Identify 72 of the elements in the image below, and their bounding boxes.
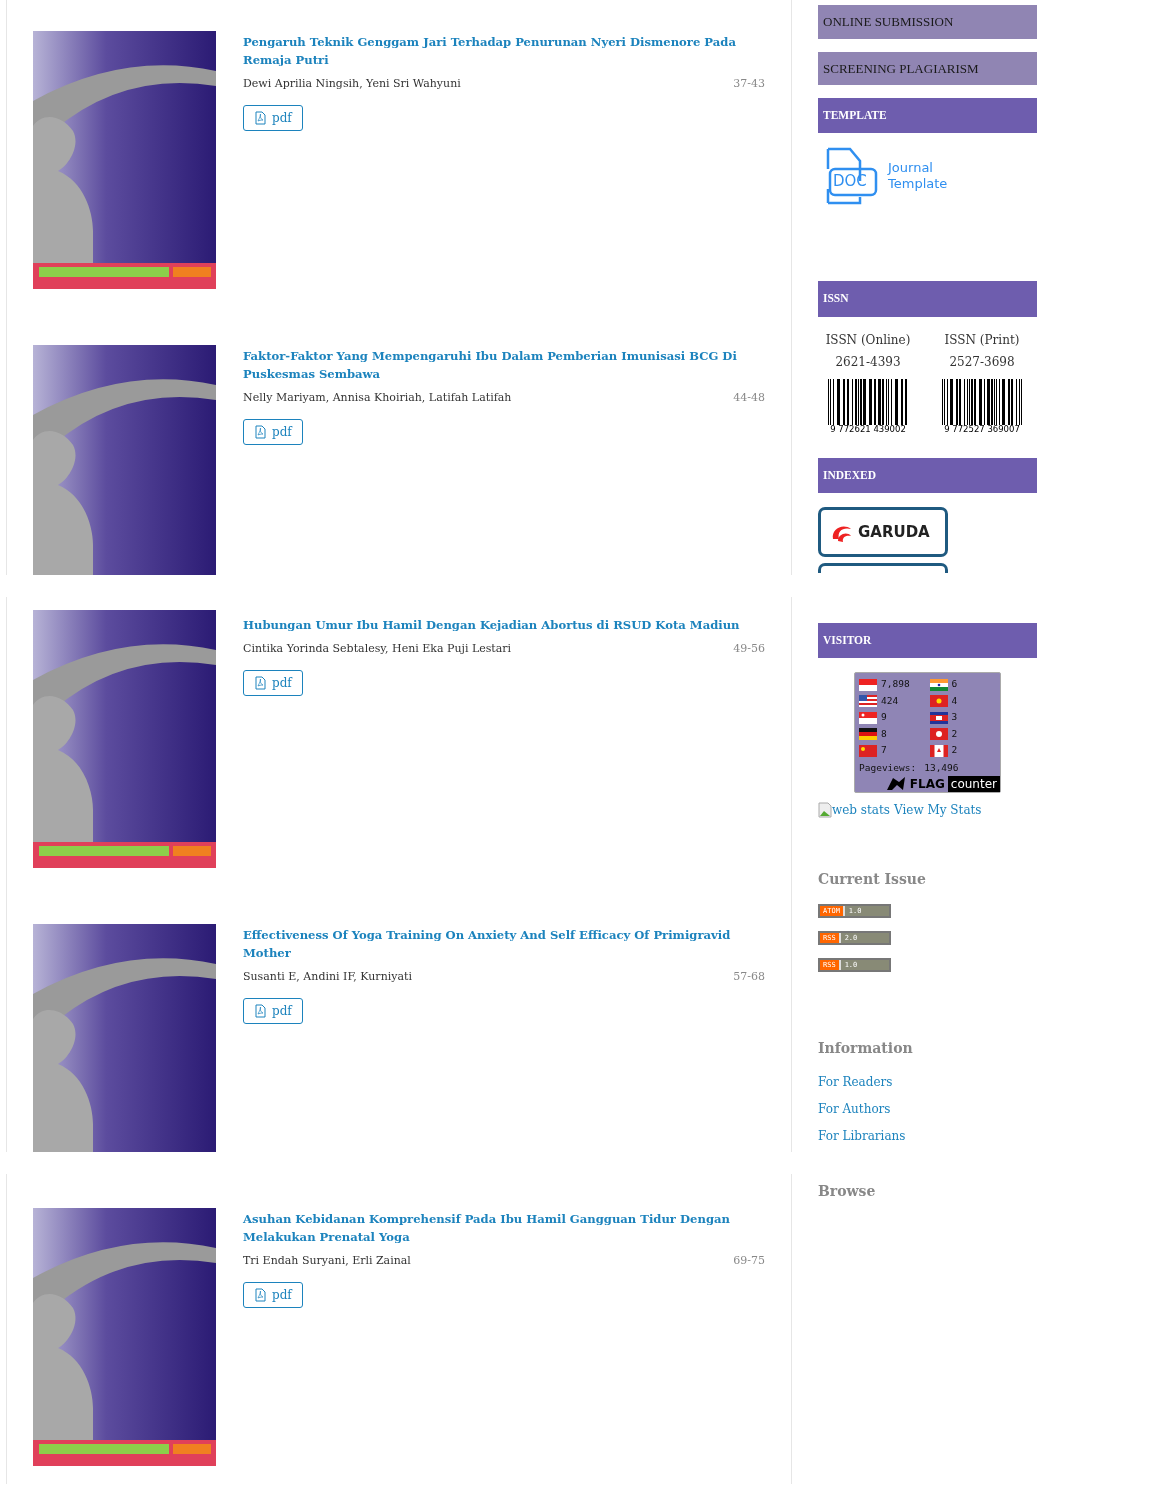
block-heading: Current Issue [818, 870, 927, 889]
document-icon [254, 424, 266, 439]
barcode-number: 9 772621 439002 [830, 424, 906, 434]
flag-icon [859, 744, 877, 757]
document-icon [254, 1003, 266, 1018]
stats-link[interactable]: View My Stats [894, 801, 982, 819]
visitor-count: 424 [881, 693, 899, 708]
counter-logo: FLAG counter [859, 776, 1000, 792]
image-alt-text: web stats [832, 802, 890, 819]
info-link[interactable]: For Authors [818, 1100, 1148, 1118]
visitor-count: 9 [881, 710, 887, 725]
flag-icon [859, 711, 877, 724]
visitor-count: 3 [951, 710, 958, 725]
visitor-counter[interactable]: 7,898 6 424 4 9 3 8 2 7 2 Pageviews: 13,496 FLAG counter [854, 672, 1001, 793]
flag-icon [929, 678, 948, 691]
visitor-count: 7 [881, 743, 887, 758]
visitor-count: 6 [951, 677, 958, 692]
issn-label: ISSN (Online) [825, 331, 911, 349]
document-icon [254, 110, 266, 125]
pageviews-label: Pageviews: [859, 760, 917, 775]
index-logo[interactable]: GARUDA [818, 506, 948, 557]
article-title[interactable]: Hubungan Umur Ibu Hamil Dengan Kejadian Abortus di RSUD Kota Madiun [243, 616, 740, 634]
flag-icon [929, 711, 948, 724]
article-authors: Tri Endah Suryani, Erli Zainal [243, 1253, 411, 1269]
visitor-count: 2 [951, 743, 958, 758]
visitor-count: 2 [951, 726, 958, 741]
flag-icon [859, 678, 877, 691]
issn-label: ISSN (Print) [944, 331, 1020, 349]
flag-icon [859, 695, 877, 707]
article-title[interactable]: Asuhan Kebidanan Komprehensif Pada Ibu Hamil Gangguan Tidur Dengan Melakukan Prenatal Yoga [243, 1210, 765, 1246]
visitor-count: 7,898 [881, 677, 910, 692]
pdf-button[interactable]: pdf [243, 997, 303, 1024]
info-link[interactable]: For Readers [818, 1073, 1148, 1091]
page-range: 37-43 [733, 76, 765, 92]
issn-number: 2527-3698 [949, 353, 1015, 371]
broken-image-icon [818, 802, 832, 818]
pdf-button[interactable]: pdf [243, 104, 303, 131]
menu-link[interactable]: SCREENING PLAGIARISM [818, 51, 1037, 85]
article-authors: Dewi Aprilia Ningsih, Yeni Sri Wahyuni [243, 76, 461, 92]
flag-icon [929, 728, 948, 740]
visitor-count: 8 [881, 726, 887, 741]
article-title[interactable]: Pengaruh Teknik Genggam Jari Terhadap Penurunan Nyeri Dismenore Pada Remaja Putri [243, 33, 765, 69]
flag-icon [929, 695, 948, 707]
page-range: 44-48 [733, 390, 765, 406]
menu-link[interactable]: ONLINE SUBMISSION [818, 5, 1037, 39]
barcode-number: 9 772527 369007 [944, 424, 1020, 434]
article-authors: Nelly Mariyam, Annisa Khoiriah, Latifah Latifah [243, 390, 512, 406]
article-authors: Cintika Yorinda Sebtalesy, Heni Eka Puji Lestari [243, 641, 512, 657]
article-authors: Susanti E, Andini IF, Kurniyati [243, 969, 412, 985]
pdf-button[interactable]: pdf [243, 418, 303, 445]
issn-number: 2621-4393 [835, 353, 901, 371]
page-range: 49-56 [733, 641, 765, 657]
block-header: INDEXED [818, 457, 1037, 493]
article-title[interactable]: Faktor-Faktor Yang Mempengaruhi Ibu Dalam Pemberian Imunisasi BCG Di Puskesmas Sembawa [243, 347, 765, 383]
flag-icon [929, 744, 948, 757]
template-link[interactable]: Journal Template [888, 160, 948, 193]
block-header: VISITOR [818, 623, 1037, 659]
info-link[interactable]: For Librarians [818, 1127, 1148, 1145]
document-icon [254, 1287, 266, 1302]
page-range: 57-68 [733, 969, 765, 985]
block-heading: Information [818, 1039, 914, 1058]
pdf-button[interactable]: pdf [243, 1281, 303, 1308]
pageviews-count: 13,496 [924, 760, 959, 775]
visitor-count: 4 [951, 693, 958, 708]
block-header: TEMPLATE [818, 98, 1037, 134]
block-header: ISSN [818, 281, 1037, 317]
document-icon [254, 675, 266, 690]
article-title[interactable]: Effectiveness Of Yoga Training On Anxiety And Self Efficacy Of Primigravid Mother [243, 926, 765, 962]
block-heading: Browse [818, 1182, 877, 1201]
flag-icon [859, 728, 877, 740]
pdf-button[interactable]: pdf [243, 669, 303, 696]
page-range: 69-75 [733, 1253, 765, 1269]
